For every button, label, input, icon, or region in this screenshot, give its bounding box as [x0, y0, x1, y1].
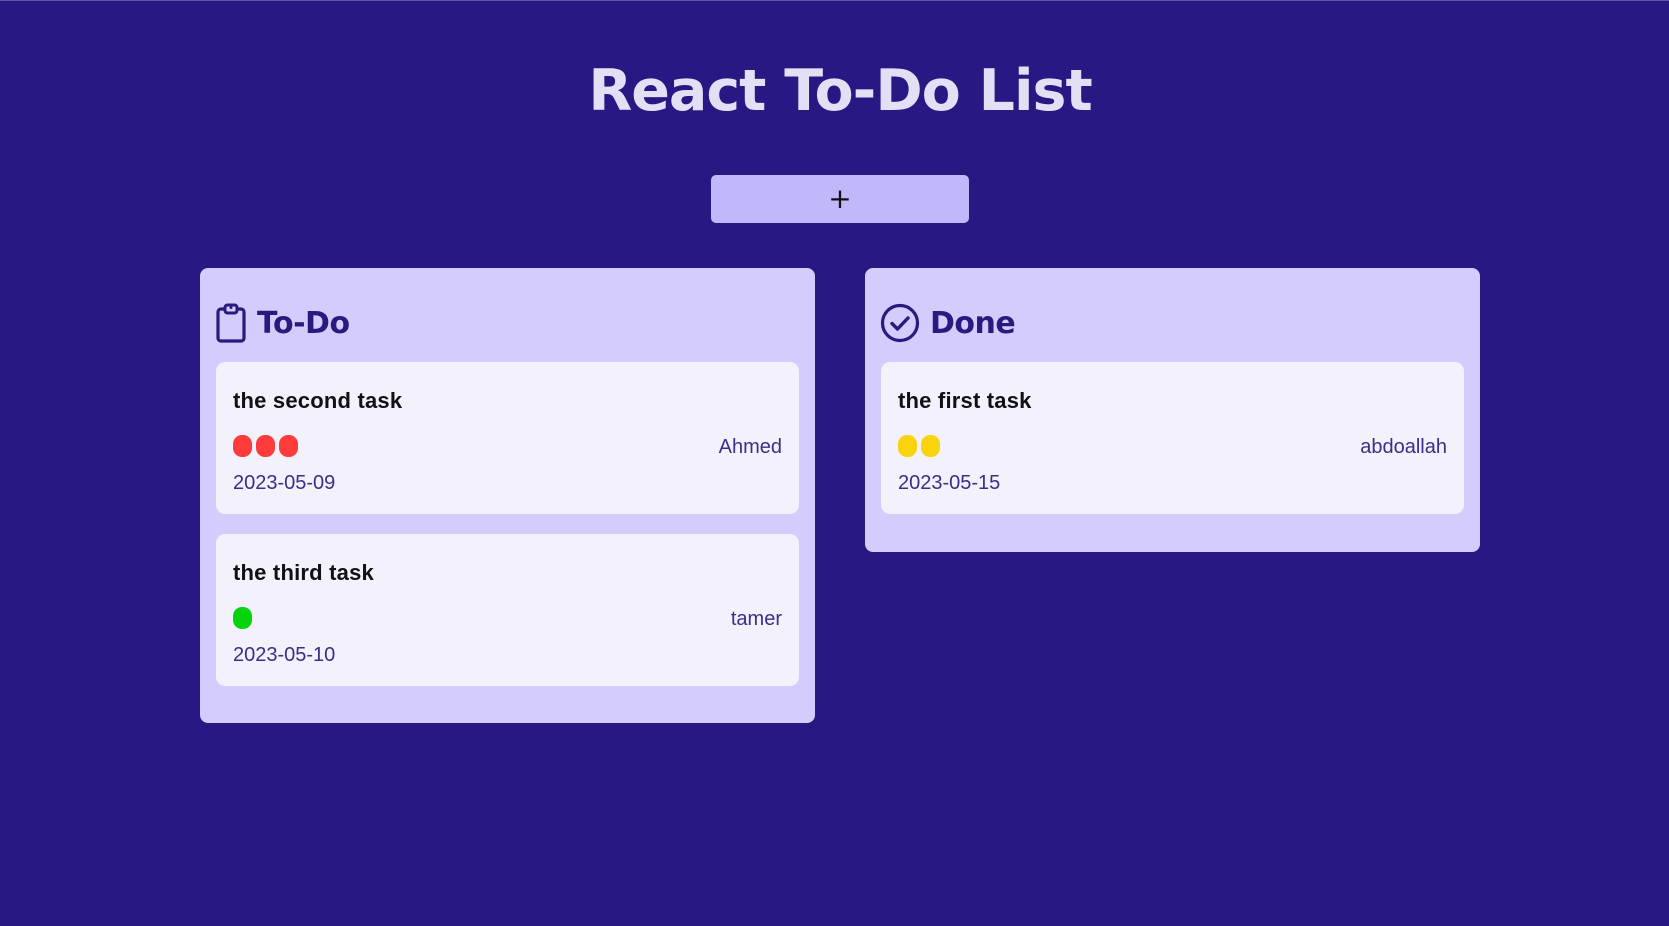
priority-dot: [279, 435, 298, 457]
done-column-title: Done: [930, 305, 1016, 341]
priority-indicator: [233, 607, 252, 629]
task-title: the first task: [898, 388, 1032, 413]
todo-column-title: To-Do: [257, 305, 350, 341]
task-assignee: tamer: [730, 608, 782, 630]
task-title: the second task: [233, 388, 403, 413]
clipboard-icon: [215, 303, 247, 343]
task-card[interactable]: the second task Ahmed 2023-05-09: [216, 362, 799, 514]
priority-dot: [921, 435, 940, 457]
done-column-header: Done: [880, 303, 1016, 343]
todo-column: To-Do the second task Ahmed 2023-05-09 t…: [200, 268, 815, 723]
task-card[interactable]: the first task abdoallah 2023-05-15: [881, 362, 1464, 514]
priority-dot: [233, 435, 252, 457]
priority-dot: [256, 435, 275, 457]
priority-dot: [898, 435, 917, 457]
task-date: 2023-05-09: [233, 472, 336, 494]
task-title: the third task: [233, 560, 374, 585]
todo-column-header: To-Do: [215, 303, 350, 343]
task-date: 2023-05-10: [233, 644, 336, 666]
priority-dot: [233, 607, 252, 629]
page-title: React To-Do List: [588, 58, 1092, 124]
done-column: Done the first task abdoallah 2023-05-15: [865, 268, 1480, 552]
priority-indicator: [898, 435, 940, 457]
task-date: 2023-05-15: [898, 472, 1001, 494]
priority-indicator: [233, 435, 298, 457]
task-card[interactable]: the third task tamer 2023-05-10: [216, 534, 799, 686]
task-assignee: abdoallah: [1360, 436, 1447, 458]
task-assignee: Ahmed: [718, 436, 782, 458]
check-circle-icon: [880, 303, 920, 343]
add-task-button[interactable]: +: [711, 175, 969, 223]
